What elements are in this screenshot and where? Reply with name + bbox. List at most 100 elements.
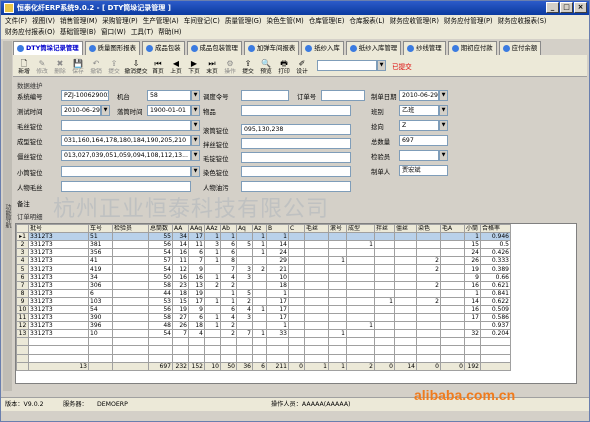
table-cell[interactable] [288, 256, 305, 266]
table-cell[interactable] [328, 313, 347, 323]
table-cell[interactable]: 18 [266, 280, 289, 290]
table-cell[interactable]: 24 [266, 248, 289, 258]
column-header[interactable]: C [288, 224, 305, 234]
column-header[interactable]: 毛A [440, 224, 465, 234]
table-cell[interactable] [416, 288, 441, 298]
table-cell[interactable]: 14 [266, 240, 289, 250]
table-cell[interactable]: 1 [346, 240, 375, 250]
table-row[interactable]: ▸1 3312T3 51 55 34 17 1 1 1 1 1 0.946 [16, 232, 511, 242]
table-cell[interactable]: 6 [220, 240, 237, 250]
table-cell[interactable]: 6 [88, 288, 113, 298]
column-header[interactable]: 染色 [416, 224, 441, 234]
table-cell[interactable]: 15 [172, 296, 189, 306]
table-cell[interactable]: 3312T3 [28, 321, 89, 331]
table-cell[interactable] [394, 304, 417, 315]
table-row[interactable]: 7 3312T3 306 58 23 13 2 2 18 2 16 0.621 [16, 280, 511, 290]
table-cell[interactable] [304, 256, 329, 266]
table-cell[interactable]: 53 [148, 296, 173, 306]
filter-dropdown-icon[interactable]: ▼ [377, 60, 386, 71]
table-cell[interactable]: 9 [464, 272, 481, 282]
table-cell[interactable] [374, 304, 395, 315]
table-cell[interactable]: 1 [252, 304, 267, 315]
table-cell[interactable] [252, 321, 267, 331]
table-cell[interactable]: 3312T3 [28, 288, 89, 298]
toolbar-button[interactable]: 🖶 打印 [275, 55, 293, 76]
table-cell[interactable] [112, 288, 149, 298]
table-cell[interactable] [252, 272, 267, 282]
table-cell[interactable]: 54 [148, 329, 173, 339]
table-cell[interactable]: 3312T3 [28, 280, 89, 290]
menu-item[interactable]: 质量管理(G) [225, 17, 262, 25]
table-cell[interactable]: 3312T3 [28, 329, 89, 339]
table-cell[interactable]: 14 [172, 240, 189, 250]
table-cell[interactable] [288, 313, 305, 323]
color-field[interactable]: 013,027,039,051,059,094,108,112,13... [61, 150, 191, 161]
table-cell[interactable] [112, 296, 149, 306]
table-cell[interactable] [394, 313, 417, 323]
table-cell[interactable]: 9 [188, 304, 205, 315]
toolbar-button[interactable]: ⚙ 操作 [221, 55, 239, 76]
machine-field[interactable]: 58 [147, 90, 191, 101]
small-field[interactable] [61, 166, 191, 177]
column-header[interactable]: 车号 [88, 224, 113, 234]
table-cell[interactable] [346, 313, 375, 323]
table-cell[interactable]: 1 [464, 288, 481, 298]
column-header[interactable]: 合格率 [480, 224, 511, 234]
table-cell[interactable]: 12 [172, 264, 189, 274]
table-cell[interactable] [374, 232, 395, 242]
table-cell[interactable]: 17 [266, 296, 289, 306]
table-row[interactable]: 12 3312T3 396 48 26 18 1 2 1 1 0.937 [16, 321, 511, 331]
table-cell[interactable]: 0.621 [480, 280, 511, 290]
table-cell[interactable]: 1 [204, 248, 221, 258]
table-cell[interactable]: 3312T3 [28, 296, 89, 306]
tab[interactable]: 成品包装 [141, 41, 185, 55]
menu-item[interactable]: 财务应付报表(O) [5, 28, 55, 36]
table-cell[interactable]: 57 [148, 256, 173, 266]
table-cell[interactable] [346, 232, 375, 242]
title-bar[interactable]: 恒泰化纤ERP系统9.0.2 - [ DTY筒垛记录管理 ] _ □ × [1, 1, 589, 15]
menu-item[interactable]: 生产管理(A) [143, 17, 179, 25]
table-cell[interactable]: 41 [88, 256, 113, 266]
table-cell[interactable] [374, 264, 395, 274]
table-cell[interactable]: 1 [374, 296, 395, 306]
table-cell[interactable]: 1 [204, 272, 221, 282]
table-cell[interactable]: 3312T3 [28, 272, 89, 282]
table-cell[interactable] [112, 280, 149, 290]
fall-time-field[interactable]: 1900-01-01 [147, 105, 191, 116]
table-cell[interactable] [440, 264, 465, 274]
product-field[interactable] [241, 105, 351, 116]
table-cell[interactable] [346, 304, 375, 315]
table-cell[interactable] [112, 304, 149, 315]
table-cell[interactable]: 16 [464, 280, 481, 290]
table-cell[interactable]: 32 [464, 329, 481, 339]
table-cell[interactable] [304, 232, 329, 242]
table-cell[interactable]: 17 [188, 232, 205, 242]
table-cell[interactable] [204, 329, 221, 339]
table-cell[interactable]: 3 [236, 264, 253, 274]
toolbar-button[interactable]: ◀ 上页 [167, 55, 185, 76]
inspector-field[interactable] [399, 150, 439, 161]
table-cell[interactable] [374, 313, 395, 323]
menu-item[interactable]: 财务应付管理(P) [444, 17, 493, 25]
column-header[interactable]: Aq [236, 224, 253, 234]
color-dropdown-icon[interactable]: ▼ [191, 150, 200, 161]
table-cell[interactable] [304, 296, 329, 306]
table-cell[interactable] [112, 321, 149, 331]
table-cell[interactable]: 6 [220, 304, 237, 315]
table-row[interactable]: 3 3312T3 356 54 16 6 1 6 1 24 24 0.426 [16, 248, 511, 258]
table-cell[interactable] [440, 240, 465, 250]
table-cell[interactable]: 2 [236, 296, 253, 306]
mao-field[interactable] [241, 152, 351, 163]
table-cell[interactable]: 6 [220, 248, 237, 258]
table-cell[interactable]: 56 [148, 304, 173, 315]
table-cell[interactable]: 419 [88, 264, 113, 274]
tab[interactable]: DTY筒垛记录管理 [13, 41, 83, 55]
table-cell[interactable]: 0.389 [480, 264, 511, 274]
table-cell[interactable]: 1 [328, 329, 347, 339]
table-cell[interactable]: 33 [266, 329, 289, 339]
table-cell[interactable]: 1 [266, 321, 289, 331]
maximize-icon[interactable]: □ [560, 2, 573, 13]
table-cell[interactable] [288, 280, 305, 290]
table-cell[interactable] [374, 280, 395, 290]
menu-item[interactable]: 仓库报表(L) [349, 17, 384, 25]
